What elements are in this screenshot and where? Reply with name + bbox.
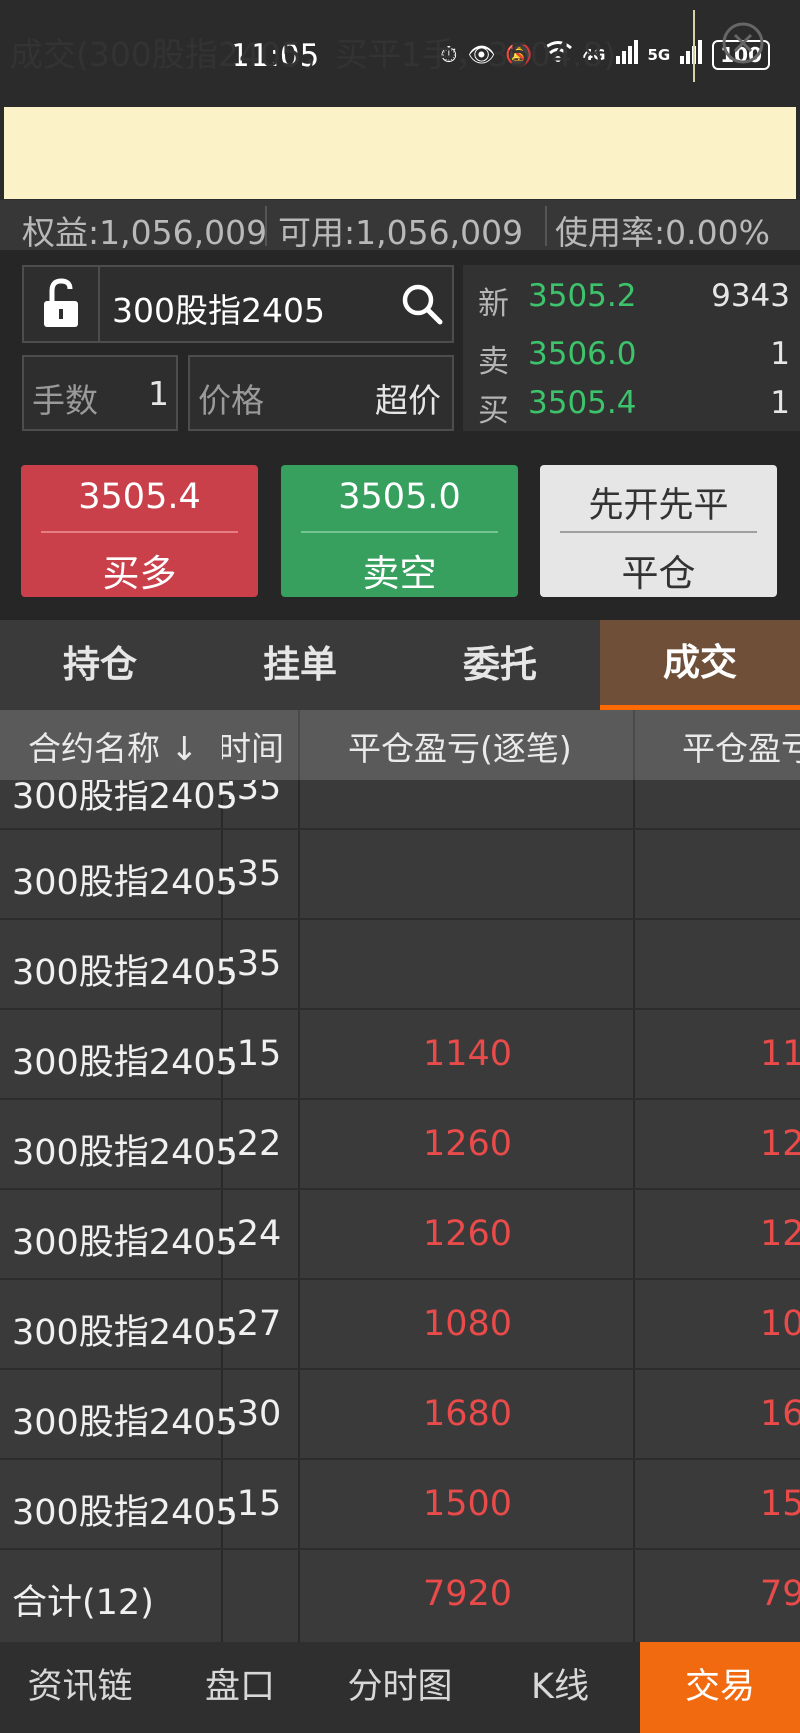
close-pl-each: 1260 (422, 1124, 513, 1164)
bid-volume: 1 (770, 385, 790, 421)
divider (41, 531, 238, 533)
close-pl-each: 1680 (422, 1394, 513, 1434)
header-close-pl-daily[interactable]: 平仓盈亏 (682, 722, 800, 770)
last-price: 3505.2 (528, 278, 637, 314)
bid-label: 买 (478, 393, 509, 429)
close-label: 平仓 (621, 552, 696, 595)
trade-time: :15 (225, 1034, 282, 1074)
close-pl-daily: 10 (760, 1304, 800, 1344)
account-available: 可用:1,056,009 (278, 213, 524, 252)
network-label-5g: 5G (647, 46, 671, 64)
close-pl-daily: 12 (760, 1214, 800, 1254)
close-pl-each: 1260 (422, 1214, 513, 1254)
deals-table[interactable]: 300股指2405 :35 300股指2405 :35 300股指2405 :3… (0, 710, 800, 1642)
nav-trade[interactable]: 交易 (640, 1642, 800, 1733)
close-pl-daily: 16 (760, 1394, 800, 1434)
contract-name: 300股指2405 (12, 1133, 238, 1173)
tab-deals[interactable]: 成交 (600, 620, 800, 710)
close-mode: 先开先平 (588, 486, 729, 526)
header-contract-name[interactable]: 合约名称 ↓ (28, 722, 198, 770)
last-label: 新 (478, 286, 509, 322)
total-pl-each: 7920 (422, 1574, 513, 1614)
contract-name: 300股指2405 (12, 953, 238, 993)
tab-positions[interactable]: 持仓 (0, 620, 200, 710)
column-divider (298, 710, 300, 780)
close-icon[interactable] (720, 20, 766, 66)
price-label: 价格 (198, 381, 264, 420)
sell-short-button[interactable]: 3505.0 卖空 (281, 465, 518, 597)
contract-name: 300股指2405 (12, 1223, 238, 1263)
lots-value: 1 (148, 374, 169, 413)
close-position-button[interactable]: 先开先平 平仓 (540, 465, 777, 597)
total-pl-daily: 79 (760, 1574, 800, 1614)
tab-pending-orders[interactable]: 挂单 (200, 620, 400, 710)
table-row[interactable]: 300股指2405 :27 1080 10 (0, 1280, 800, 1370)
table-row[interactable]: 300股指2405 :22 1260 12 (0, 1100, 800, 1190)
ask-label: 卖 (478, 344, 509, 380)
close-pl-each: 1500 (422, 1484, 513, 1524)
contract-name: 300股指2405 (12, 1493, 238, 1533)
price-value: 超价 (375, 381, 441, 420)
trade-time: :15 (225, 1484, 282, 1524)
divider (560, 531, 757, 533)
trade-notification-banner[interactable] (4, 107, 796, 199)
contract-name: 300股指2405 (12, 863, 238, 903)
search-icon[interactable] (400, 282, 444, 326)
divider (301, 531, 498, 533)
trade-time: :27 (225, 1304, 282, 1344)
sell-label: 卖空 (362, 552, 437, 595)
table-row[interactable]: 300股指2405 :35 (0, 920, 800, 1010)
close-pl-daily: 11 (760, 1034, 800, 1074)
close-pl-daily: 15 (760, 1484, 800, 1524)
account-equity: 权益:1,056,009 (22, 213, 268, 252)
ask-volume: 1 (770, 336, 790, 372)
buy-long-button[interactable]: 3505.4 买多 (21, 465, 258, 597)
column-divider (633, 710, 635, 780)
banner-text: 成交(300股指2405，买平1手，3504.8) (10, 35, 617, 74)
divider (265, 206, 267, 246)
contract-name: 300股指2405 (12, 1313, 238, 1353)
lock-button[interactable] (22, 265, 100, 343)
table-row[interactable]: 300股指2405 :30 1680 16 (0, 1370, 800, 1460)
trade-time: :35 (225, 944, 282, 984)
trade-time: :30 (225, 1394, 282, 1434)
lots-label: 手数 (32, 381, 98, 420)
tab-orders[interactable]: 委托 (400, 620, 600, 710)
table-row[interactable]: 300股指2405 :24 1260 12 (0, 1190, 800, 1280)
table-row[interactable]: 300股指2405 :35 (0, 830, 800, 920)
account-usage: 使用率:0.00% (555, 213, 770, 252)
last-volume: 9343 (711, 278, 790, 314)
total-label: 合计(12) (12, 1583, 154, 1623)
contract-name: 300股指2405 (12, 1403, 238, 1443)
sell-price: 3505.0 (338, 477, 461, 517)
trade-time: :22 (225, 1124, 282, 1164)
buy-label: 买多 (102, 552, 177, 595)
symbol-value: 300股指2405 (112, 291, 325, 330)
nav-kline[interactable]: K线 (480, 1642, 640, 1733)
contract-name: 300股指2405 (12, 1043, 238, 1083)
close-pl-each: 1140 (422, 1034, 513, 1074)
nav-news-chain[interactable]: 资讯链 (0, 1642, 160, 1733)
header-time[interactable]: 时间 (218, 722, 298, 770)
nav-order-book[interactable]: 盘口 (160, 1642, 320, 1733)
table-row[interactable]: 300股指2405 :15 1500 15 (0, 1460, 800, 1550)
ask-price: 3506.0 (528, 336, 637, 372)
trade-time: :24 (225, 1214, 282, 1254)
trade-time: :35 (225, 854, 282, 894)
header-close-pl-each[interactable]: 平仓盈亏(逐笔) (348, 722, 572, 770)
signal-icon (680, 40, 703, 70)
unlock-icon (44, 278, 78, 327)
banner-divider (693, 10, 695, 82)
buy-price: 3505.4 (78, 477, 201, 517)
table-row[interactable]: 300股指2405 :15 1140 11 (0, 1010, 800, 1100)
close-pl-each: 1080 (422, 1304, 513, 1344)
close-pl-daily: 12 (760, 1124, 800, 1164)
signal-icon (615, 40, 638, 70)
divider (545, 206, 547, 246)
table-total-row: 合计(12) 7920 79 (0, 1550, 800, 1640)
nav-intraday-chart[interactable]: 分时图 (320, 1642, 480, 1733)
bid-price: 3505.4 (528, 385, 637, 421)
